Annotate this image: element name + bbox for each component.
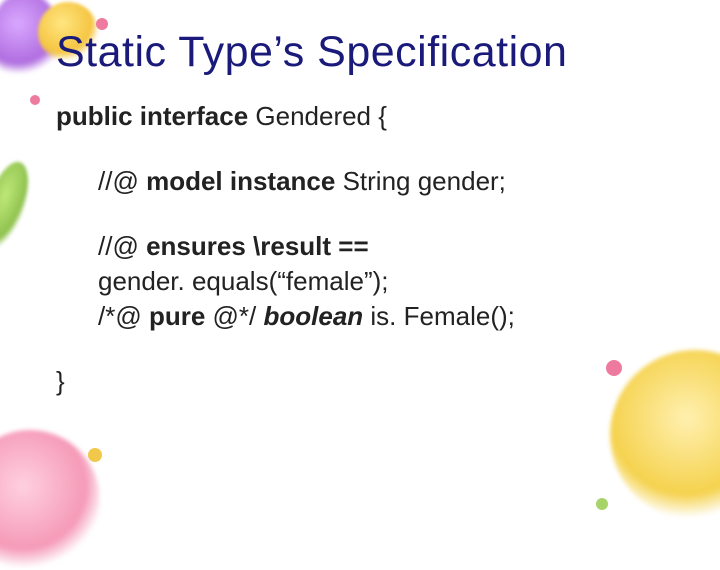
code-line-ensures-2: gender. equals(“female”); (98, 264, 676, 299)
decl-name: Gendered { (248, 101, 387, 131)
method-name: is. Female(); (363, 301, 515, 331)
slide-title: Static Type’s Specification (56, 28, 676, 77)
ensures-prefix: //@ (98, 231, 146, 261)
pure-open: /*@ (98, 301, 149, 331)
keyword-boolean: boolean (264, 301, 364, 331)
model-rest: String gender; (335, 166, 506, 196)
ensures-line2: gender. equals(“female”); (98, 266, 388, 296)
code-line-ensures-1: //@ ensures \result == (98, 229, 676, 264)
keyword-ensures: ensures (146, 231, 246, 261)
keyword-public-interface: public interface (56, 101, 248, 131)
code-line-model: //@ model instance String gender; (98, 164, 676, 199)
code-line-pure: /*@ pure @*/ boolean is. Female(); (98, 299, 676, 334)
brace-close: } (56, 366, 65, 396)
code-line-decl: public interface Gendered { (56, 99, 676, 134)
ensures-rest: \result == (246, 231, 369, 261)
keyword-model-instance: model instance (146, 166, 335, 196)
code-block: public interface Gendered { //@ model in… (56, 99, 676, 400)
pure-close: @*/ (205, 301, 263, 331)
code-line-close: } (56, 364, 676, 399)
keyword-pure: pure (149, 301, 205, 331)
model-prefix: //@ (98, 166, 146, 196)
